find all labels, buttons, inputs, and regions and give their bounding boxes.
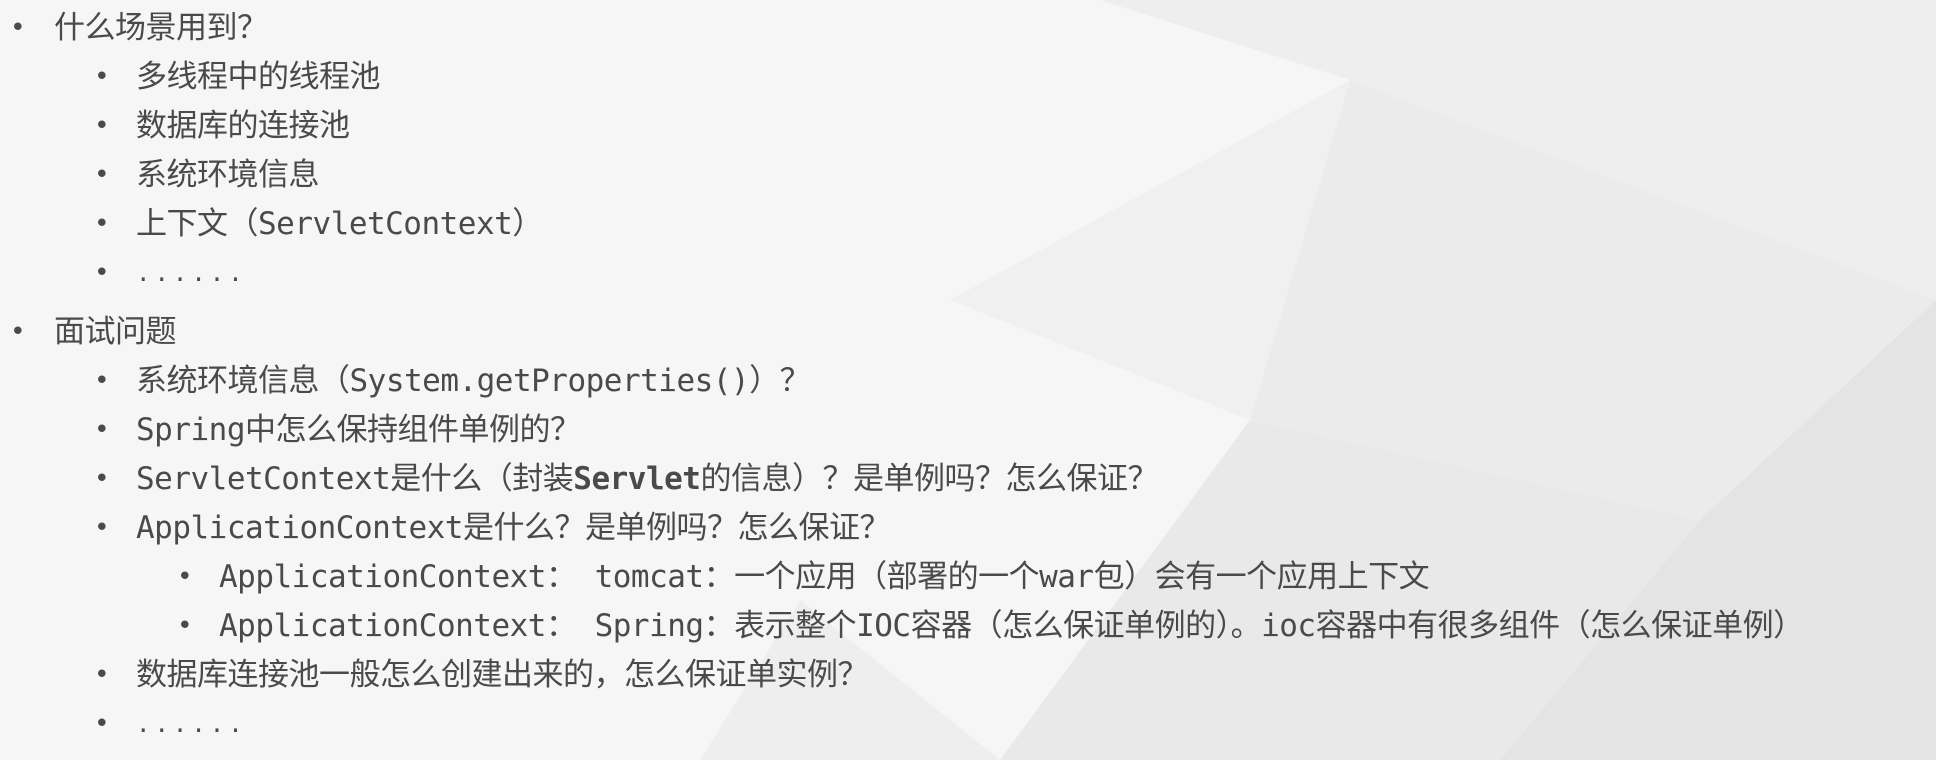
bullet-icon: • (94, 366, 110, 396)
bullet-icon: • (94, 209, 110, 239)
text-segment: 的信息）？是单例吗？怎么保证？ (700, 461, 1158, 497)
list-item-text: ServletContext是什么（封装Servlet的信息）？是单例吗？怎么保… (136, 455, 1158, 504)
text-segment: ServletContext是什么（封装 (136, 461, 574, 497)
list-item-text: 上下文（ServletContext） (136, 206, 543, 242)
bullet-icon: • (10, 13, 26, 43)
list-item-text: 多线程中的线程池 (136, 59, 381, 95)
bold-text-segment: Servlet (573, 461, 701, 497)
bullet-icon: • (177, 611, 193, 641)
list-item-text: 系统环境信息（System.getProperties()）？ (136, 363, 811, 399)
bullet-icon: • (94, 111, 110, 141)
bullet-icon: • (94, 160, 110, 190)
list-item-text: 数据库连接池一般怎么创建出来的，怎么保证单实例？ (136, 657, 869, 693)
bullet-icon: • (94, 415, 110, 445)
bullet-icon: • (94, 709, 110, 739)
bullet-icon: • (94, 464, 110, 494)
bullet-icon: • (94, 513, 110, 543)
list-item-text: ApplicationContext是什么？是单例吗？怎么保证？ (136, 510, 890, 546)
list-item-text: 面试问题 (54, 314, 177, 350)
bullet-icon: • (94, 62, 110, 92)
list-item-text: ApplicationContext： tomcat：一个应用（部署的一个war… (219, 559, 1430, 595)
list-item-text: ApplicationContext： Spring：表示整个IOC容器（怎么保… (219, 608, 1804, 644)
list-item-text: ...... (136, 710, 247, 738)
list-item-text: 什么场景用到？ (54, 10, 268, 46)
bullet-icon: • (94, 258, 110, 288)
bullet-icon: • (10, 317, 26, 347)
list-item-text: 数据库的连接池 (136, 108, 350, 144)
list-item-text: 系统环境信息 (136, 157, 320, 193)
list-item-text: Spring中怎么保持组件单例的？ (136, 412, 581, 448)
list-item-text: ...... (136, 259, 247, 287)
bullet-icon: • (94, 660, 110, 690)
bullet-icon: • (177, 562, 193, 592)
